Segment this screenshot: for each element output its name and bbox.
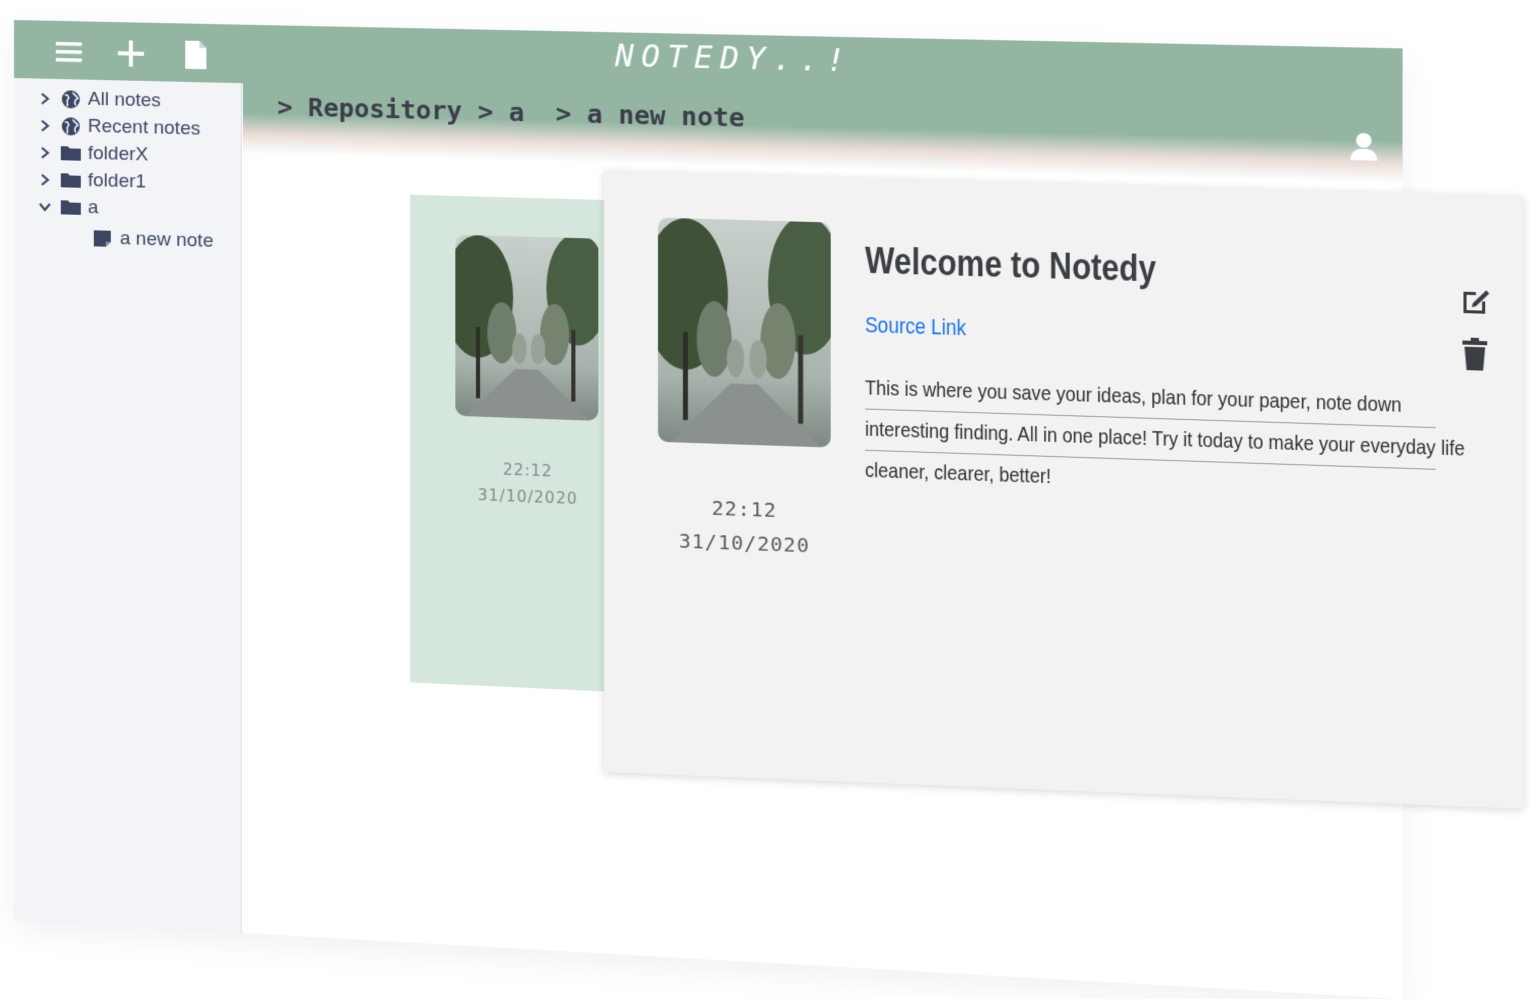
folder-icon [60,172,81,188]
sidebar-item-recent-notes[interactable]: Recent notes [38,114,200,142]
note-detail-card: 22:12 31/10/2020 Welcome to Notedy Sourc… [604,170,1524,809]
sidebar-item-label: folderX [87,142,149,166]
note-date: 31/10/2020 [678,528,810,558]
note-title: Welcome to Notedy [865,239,1157,290]
edit-icon[interactable] [1459,283,1492,317]
sidebar: All notes Recent notes folderX folder1 a… [14,78,242,933]
new-file-icon[interactable] [178,37,212,72]
app-title: NOTEDY..! [615,38,853,80]
note-image [657,217,831,448]
sidebar-item-all-notes[interactable]: All notes [38,87,161,114]
sidebar-item-label: a [87,197,99,219]
sidebar-item-a-new-note[interactable]: a new note [92,226,214,254]
sidebar-item-folder1[interactable]: folder1 [38,168,146,195]
folder-icon [60,199,81,215]
sidebar-item-label: All notes [87,88,161,112]
chevron-down-icon[interactable] [38,200,52,214]
globe-icon [61,90,80,109]
chevron-right-icon[interactable] [38,173,52,187]
note-body: This is where you save your ideas, plan … [865,368,1465,507]
foggy-trees-image [657,217,831,448]
add-icon[interactable] [114,36,148,71]
sidebar-item-label: folder1 [87,169,147,193]
menu-icon[interactable] [52,35,86,70]
sidebar-item-folderx[interactable]: folderX [38,141,148,168]
sidebar-item-label: a new note [119,228,214,252]
chevron-right-icon[interactable] [38,119,52,133]
sidebar-item-a[interactable]: a [38,195,99,221]
foggy-trees-image [455,234,599,421]
chevron-right-icon[interactable] [38,92,52,106]
folder-icon [60,145,81,161]
user-icon[interactable] [1349,132,1378,162]
chevron-right-icon[interactable] [38,146,52,160]
breadcrumb: > Repository > a > a new note [277,92,745,133]
source-link[interactable]: Source Link [865,312,966,341]
trash-icon[interactable] [1461,336,1488,371]
note-icon [93,229,111,246]
sidebar-item-label: Recent notes [87,115,201,140]
note-thumbnail [455,234,599,421]
globe-icon [61,117,80,136]
note-time: 22:12 [711,495,777,523]
